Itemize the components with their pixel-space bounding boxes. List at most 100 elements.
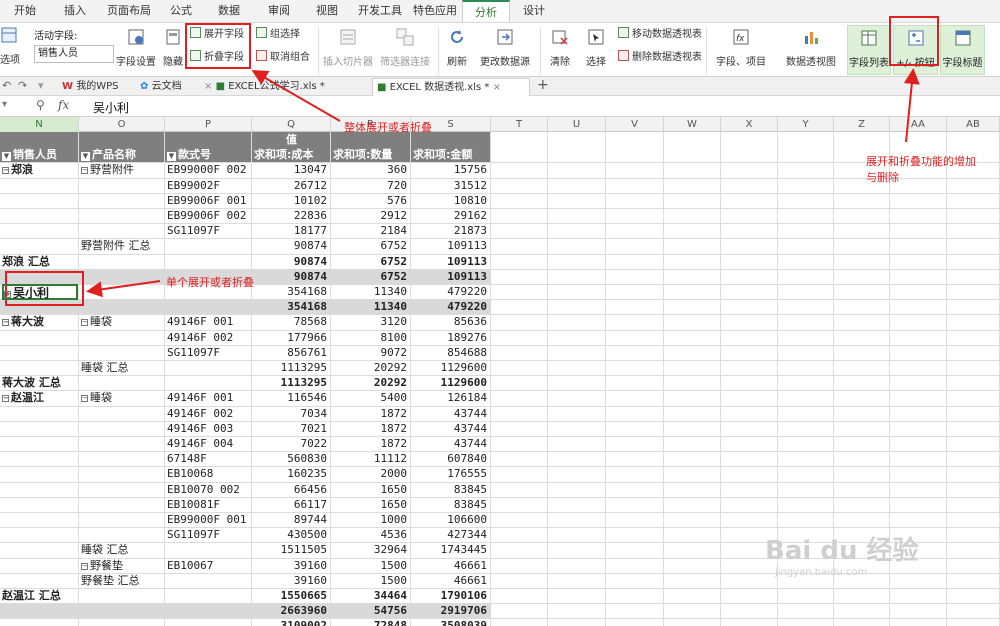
collapse-toggle-icon[interactable]: − [81,395,88,403]
pivot-cell: EB99000F 002 [167,162,251,177]
pivot-cell[interactable]: 睡袋 汇总 [81,360,164,375]
cell-value: 106600 [447,513,487,526]
cell-value: 109113 [447,269,487,283]
pivot-cell: 49146F 004 [167,436,251,451]
pivot-cell: EB99006F 001 [167,193,251,208]
pivot-cell[interactable]: 野营附件 汇总 [81,238,164,253]
cell-value: 430500 [287,528,327,542]
cell-value: 2912 [380,209,408,222]
cell-value: 43744 [453,421,487,435]
cell-value: 109113 [447,239,487,253]
cell-value: 1650 [380,482,408,496]
cell-value: 479220 [447,285,487,298]
pivot-cell: 78568 [254,314,330,329]
cell-value: 83845 [453,482,487,496]
pivot-cell: 1500 [333,558,410,573]
pivot-cell: 18177 [254,223,330,238]
cell-value: 7034 [300,406,328,420]
cell-value: 11112 [373,452,407,466]
expand-toggle-icon[interactable]: + [4,291,11,298]
pivot-cell[interactable]: 郑浪 汇总 [2,254,78,269]
pivot-cell: 43744 [413,406,490,421]
pivot-cell: SG11097F [167,223,251,238]
pivot-cell[interactable]: 野餐垫 汇总 [81,573,164,588]
cell-value: 354168 [287,300,327,314]
cell-value: 3508039 [440,619,487,626]
pivot-cell[interactable]: − 野营附件 [81,162,164,177]
pivot-cell: 72848 [333,618,410,626]
pivot-cell: 49146F 001 [167,390,251,405]
pivot-cell[interactable]: − 睡袋 [81,314,164,329]
pivot-cell[interactable]: − 蒋大波 [2,314,78,329]
pivot-cell: 1743445 [413,542,490,557]
pivot-cell: 109113 [413,269,490,284]
pivot-cell: 10102 [254,193,330,208]
cell-value: 1550665 [280,589,327,602]
pivot-cell: 2919706 [413,603,490,618]
pivot-cell: 576 [333,193,410,208]
pivot-cell: 430500 [254,527,330,542]
cell-value: 576 [387,193,407,207]
pivot-cell[interactable]: + 吴小利 [2,284,78,300]
cell-value: 126184 [447,391,487,405]
plus-minus-arrow [903,68,920,143]
pivot-cell: 854688 [413,345,490,360]
pivot-cell[interactable]: − 野餐垫 [81,558,164,573]
watermark: Bai du 经验 [765,536,919,566]
pivot-cell[interactable]: 睡袋 汇总 [81,542,164,557]
pivot-cell: 2663960 [254,603,330,618]
collapse-toggle-icon[interactable]: − [2,319,9,327]
cell-value: 2184 [380,224,408,238]
collapse-toggle-icon[interactable]: − [2,395,9,403]
cell-value: 177966 [287,330,327,344]
cell-value: 72848 [373,619,407,626]
pivot-cell: 1129600 [413,360,490,375]
pivot-cell[interactable]: − 郑浪 [2,162,78,177]
pivot-cell: 2912 [333,208,410,223]
pivot-cell: EB10068 [167,466,251,481]
cell-value: 720 [387,178,407,192]
cell-value: 6752 [380,254,408,268]
pivot-cell[interactable]: − 赵温江 [2,390,78,405]
cell-value: 野营附件 [90,163,134,177]
pivot-cell: EB99002F [167,178,251,193]
cell-value: 90874 [293,254,327,268]
pivot-cell: 1650 [333,482,410,497]
pivot-cell: 4536 [333,527,410,542]
pivot-cell: 2000 [333,466,410,481]
cell-value: 116546 [287,391,327,405]
cell-value: EB99000F 002 [167,163,247,177]
pivot-cell[interactable]: 赵温江 汇总 [2,588,78,603]
collapse-toggle-icon[interactable]: − [2,167,9,175]
cell-value: 1650 [380,497,408,511]
pivot-cell[interactable]: 蒋大波 汇总 [2,375,78,390]
collapse-toggle-icon[interactable]: − [81,562,88,570]
cell-value: 109113 [447,254,487,268]
pivot-cell: 66456 [254,482,330,497]
cell-value: 1872 [380,437,408,450]
pivot-cell: 46661 [413,558,490,573]
cell-value: 160235 [287,467,327,481]
pivot-cell: 20292 [333,360,410,375]
cell-value: EB10068 [167,467,214,481]
cell-value: 20292 [373,361,407,374]
pivot-cell: 32964 [333,542,410,557]
cell-value: 26712 [293,178,327,192]
collapse-toggle-icon[interactable]: − [81,167,88,175]
cell-value: 郑浪 汇总 [2,254,50,268]
pivot-cell: 10810 [413,193,490,208]
cell-value: 6752 [380,269,408,283]
cell-value: 560830 [287,452,327,466]
pivot-cell: 109113 [413,254,490,269]
cell-value: 7022 [300,437,328,450]
pivot-cell: 66117 [254,497,330,512]
pivot-cell: 26712 [254,178,330,193]
cell-value: 1000 [380,513,408,526]
pivot-cell: 8100 [333,330,410,345]
pivot-cell: 1650 [333,497,410,512]
collapse-toggle-icon[interactable]: − [81,319,88,327]
pivot-cell: 607840 [413,451,490,466]
pivot-cell: 7034 [254,406,330,421]
cell-value: 83845 [453,497,487,511]
pivot-cell[interactable]: − 睡袋 [81,390,164,405]
